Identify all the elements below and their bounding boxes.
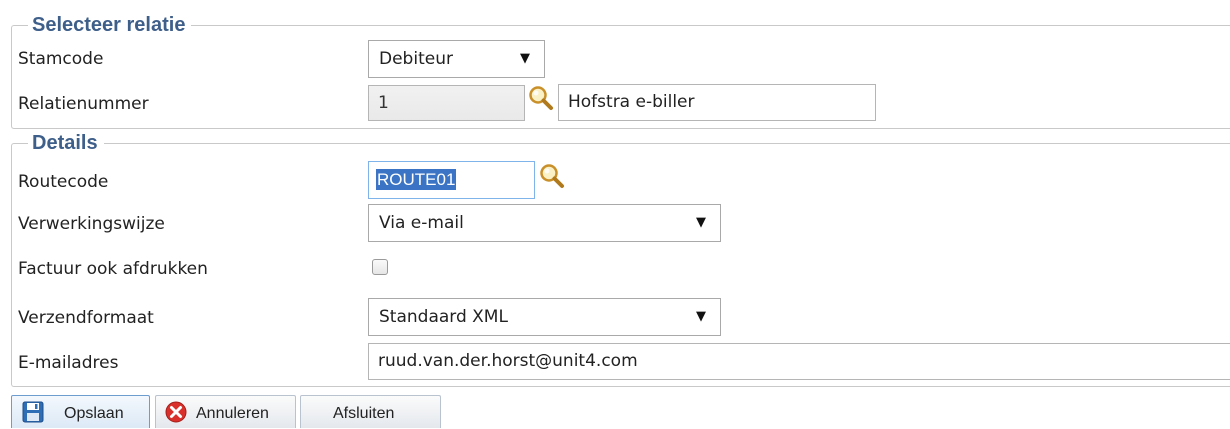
relatienummer-label: Relatienummer — [18, 94, 149, 114]
floppy-disk-icon — [21, 400, 45, 424]
email-field[interactable]: ruud.van.der.horst@unit4.com — [368, 343, 1230, 380]
relation-name-field[interactable]: Hofstra e-biller — [558, 84, 876, 121]
details-legend: Details — [28, 130, 104, 156]
relation-legend: Selecteer relatie — [28, 12, 192, 38]
red-x-circle-icon — [164, 400, 188, 424]
routecode-field[interactable]: ROUTE01 — [368, 161, 535, 199]
routecode-value: ROUTE01 — [376, 169, 457, 190]
verzendformaat-select[interactable]: Standaard XML ▼ — [368, 298, 721, 336]
save-button[interactable]: Opslaan — [11, 395, 150, 428]
triangle-down-icon: ▼ — [696, 215, 706, 230]
triangle-down-icon: ▼ — [520, 51, 530, 66]
triangle-down-icon: ▼ — [696, 309, 706, 324]
stamcode-select[interactable]: Debiteur ▼ — [368, 40, 545, 78]
cancel-label: Annuleren — [196, 405, 269, 422]
close-label: Afsluiten — [333, 405, 395, 422]
routecode-label: Routecode — [18, 172, 109, 192]
verzendformaat-label: Verzendformaat — [18, 308, 154, 328]
relatienummer-field[interactable]: 1 — [368, 85, 525, 121]
magnifier-icon[interactable] — [527, 84, 555, 112]
factuur-label: Factuur ook afdrukken — [18, 259, 208, 279]
stamcode-value: Debiteur — [379, 49, 453, 69]
email-label: E-mailadres — [18, 353, 119, 373]
verwerkingswijze-select[interactable]: Via e-mail ▼ — [368, 204, 721, 242]
close-button[interactable]: Afsluiten — [300, 395, 441, 428]
factuur-checkbox[interactable] — [372, 259, 388, 275]
verwerkingswijze-value: Via e-mail — [379, 213, 464, 233]
stamcode-label: Stamcode — [18, 49, 104, 69]
cancel-button[interactable]: Annuleren — [155, 395, 296, 428]
magnifier-icon[interactable] — [538, 162, 566, 190]
verzendformaat-value: Standaard XML — [379, 307, 508, 327]
save-label: Opslaan — [64, 405, 124, 422]
verwerkingswijze-label: Verwerkingswijze — [18, 214, 165, 234]
